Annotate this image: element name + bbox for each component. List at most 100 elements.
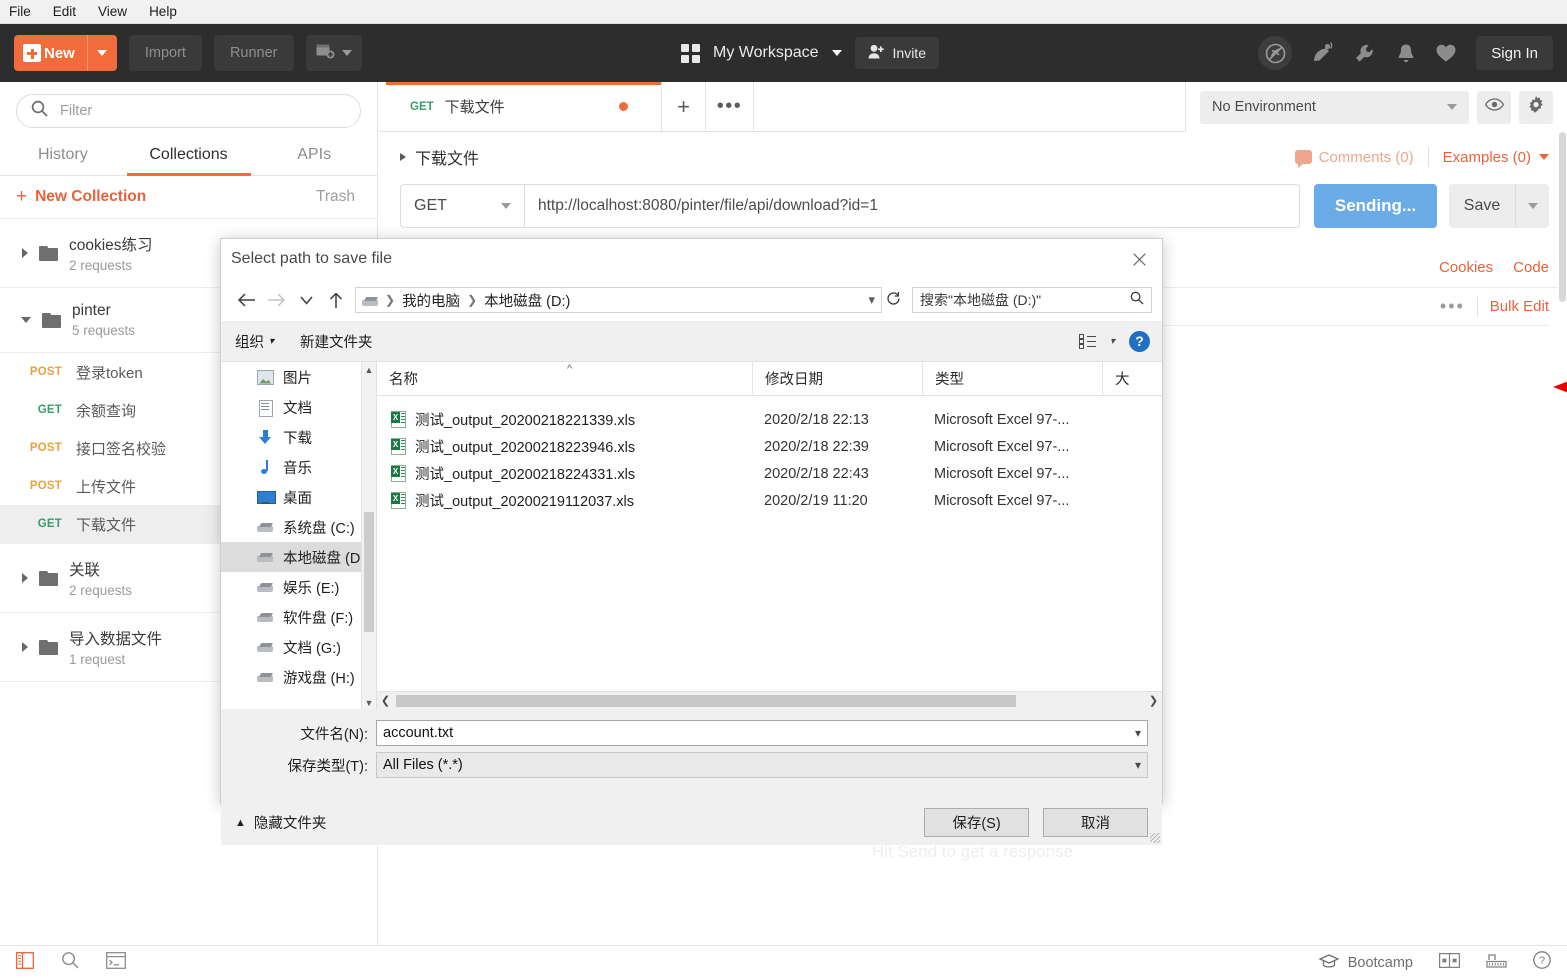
chevron-right-icon[interactable] (22, 248, 28, 258)
tab-history[interactable]: History (0, 138, 126, 175)
sign-in-button[interactable]: Sign In (1476, 36, 1553, 70)
bulk-edit-button[interactable]: Bulk Edit (1490, 298, 1549, 315)
chevron-right-icon[interactable] (22, 642, 28, 652)
organize-button[interactable]: 组织 ▾ (235, 331, 274, 352)
resize-handle[interactable] (1150, 833, 1160, 843)
scroll-down-icon[interactable]: ▼ (362, 695, 376, 709)
tree-item-drive-d[interactable]: 本地磁盘 (D:) (221, 542, 376, 572)
interceptor-icon[interactable] (1258, 36, 1293, 70)
code-link[interactable]: Code (1513, 259, 1549, 276)
tree-item-desktop[interactable]: 桌面 (221, 482, 376, 512)
sidebar-toggle-icon[interactable] (16, 951, 34, 974)
search-input[interactable]: 搜索"本地磁盘 (D:)" (912, 287, 1152, 313)
request-tab[interactable]: GET 下载文件 (378, 82, 662, 131)
send-button[interactable]: Sending... (1314, 184, 1437, 228)
tree-item-drive-g[interactable]: 文档 (G:) (221, 632, 376, 662)
new-folder-button[interactable]: 新建文件夹 (300, 331, 373, 352)
menu-edit[interactable]: Edit (53, 4, 76, 19)
tab-apis[interactable]: APIs (251, 138, 377, 175)
column-header-size[interactable]: 大 (1102, 361, 1162, 396)
save-button[interactable]: 保存(S) (924, 808, 1029, 837)
save-button[interactable]: Save (1449, 184, 1515, 228)
scroll-right-icon[interactable]: ❯ (1145, 694, 1162, 707)
chevron-down-icon[interactable] (21, 317, 31, 323)
chevron-down-icon[interactable]: ▾ (1135, 726, 1141, 740)
save-dropdown-caret[interactable] (1515, 184, 1549, 228)
scrollbar-thumb[interactable] (396, 694, 1016, 707)
trash-button[interactable]: Trash (316, 188, 355, 206)
workspace-switcher[interactable]: My Workspace Invite (681, 24, 939, 82)
filename-input[interactable]: account.txt ▾ (376, 720, 1148, 746)
view-list-icon[interactable] (1079, 334, 1096, 349)
chevron-down-icon[interactable]: ▾ (868, 292, 875, 308)
close-icon[interactable] (1116, 239, 1162, 279)
breadcrumb-segment-1[interactable]: 本地磁盘 (D:) (484, 290, 570, 311)
menu-file[interactable]: File (9, 4, 31, 19)
bell-icon[interactable] (1396, 43, 1416, 64)
comments-button[interactable]: Comments (0) (1294, 149, 1414, 168)
breadcrumb-segment-0[interactable]: 我的电脑 (402, 290, 460, 311)
chevron-down-icon[interactable]: ▾ (1110, 336, 1115, 347)
wrench-icon[interactable] (1354, 43, 1377, 64)
new-collection-button[interactable]: + New Collection (16, 187, 146, 206)
environment-select[interactable]: No Environment (1200, 90, 1469, 124)
tree-scrollbar[interactable]: ▲ ▼ (361, 362, 376, 709)
filetype-select[interactable]: All Files (*.*) ▾ (376, 752, 1148, 778)
main-scrollbar[interactable] (1558, 132, 1567, 945)
hide-folders-button[interactable]: ▲ 隐藏文件夹 (235, 812, 326, 833)
chevron-right-icon[interactable] (400, 153, 406, 161)
chevron-right-icon[interactable] (22, 573, 28, 583)
new-window-button[interactable] (305, 35, 362, 71)
console-icon[interactable] (106, 951, 126, 974)
scrollbar-thumb[interactable] (364, 512, 374, 632)
tree-item-drive-e[interactable]: 娱乐 (E:) (221, 572, 376, 602)
menu-view[interactable]: View (98, 4, 127, 19)
bootcamp-button[interactable]: Bootcamp (1318, 953, 1413, 972)
heart-icon[interactable] (1435, 43, 1457, 63)
method-select[interactable]: GET (400, 184, 524, 228)
help-icon[interactable]: ? (1129, 330, 1150, 352)
chevron-down-icon[interactable]: ▾ (1135, 758, 1141, 772)
new-button[interactable]: New (14, 35, 117, 71)
cancel-button[interactable]: 取消 (1043, 808, 1148, 837)
address-bar[interactable]: ❯ 我的电脑 ❯ 本地磁盘 (D:) ▾ (355, 287, 882, 313)
cookies-link[interactable]: Cookies (1439, 259, 1493, 276)
table-row[interactable]: 测试_output_20200218221339.xls 2020/2/18 2… (377, 406, 1162, 433)
column-header-name[interactable]: 名称 (377, 362, 752, 396)
tree-item-music[interactable]: 音乐 (221, 452, 376, 482)
two-pane-icon[interactable] (1439, 952, 1460, 973)
import-button[interactable]: Import (128, 35, 202, 71)
add-tab-button[interactable]: + (662, 82, 706, 131)
search-input[interactable]: Filter (16, 94, 361, 128)
table-row[interactable]: 测试_output_20200219112037.xls 2020/2/19 1… (377, 487, 1162, 514)
scrollbar-thumb[interactable] (1559, 132, 1566, 302)
satellite-dish-icon[interactable] (1311, 42, 1335, 64)
environment-quick-look-button[interactable] (1477, 90, 1511, 124)
url-input[interactable]: http://localhost:8080/pinter/file/api/do… (524, 184, 1300, 228)
tree-item-drive-f[interactable]: 软件盘 (F:) (221, 602, 376, 632)
arrow-up-icon[interactable] (321, 285, 351, 315)
runner-button[interactable]: Runner (213, 35, 294, 71)
column-header-type[interactable]: 类型 (922, 361, 1102, 396)
refresh-icon[interactable] (882, 291, 904, 309)
tab-collections[interactable]: Collections (126, 138, 252, 175)
table-row[interactable]: 测试_output_20200218223946.xls 2020/2/18 2… (377, 433, 1162, 460)
params-menu-button[interactable]: ••• (1440, 296, 1465, 317)
tree-item-downloads[interactable]: 下载 (221, 422, 376, 452)
help-icon[interactable]: ? (1533, 951, 1551, 974)
tree-item-documents[interactable]: 文档 (221, 392, 376, 422)
keyboard-shortcuts-icon[interactable] (1486, 952, 1507, 973)
invite-button[interactable]: Invite (854, 37, 939, 69)
tree-item-pictures[interactable]: 图片 (221, 362, 376, 392)
tab-menu-button[interactable]: ••• (706, 82, 754, 131)
tree-item-drive-c[interactable]: 系统盘 (C:) (221, 512, 376, 542)
settings-button[interactable] (1519, 90, 1553, 124)
table-row[interactable]: 测试_output_20200218224331.xls 2020/2/18 2… (377, 460, 1162, 487)
examples-button[interactable]: Examples (0) (1443, 149, 1549, 166)
new-dropdown-caret[interactable] (86, 35, 117, 71)
file-list-horizontal-scrollbar[interactable]: ❮ ❯ (377, 691, 1162, 709)
column-header-modified[interactable]: 修改日期 (752, 361, 922, 396)
find-icon[interactable] (61, 951, 79, 974)
tree-item-drive-h[interactable]: 游戏盘 (H:) (221, 662, 376, 692)
scroll-up-icon[interactable]: ▲ (362, 362, 376, 377)
